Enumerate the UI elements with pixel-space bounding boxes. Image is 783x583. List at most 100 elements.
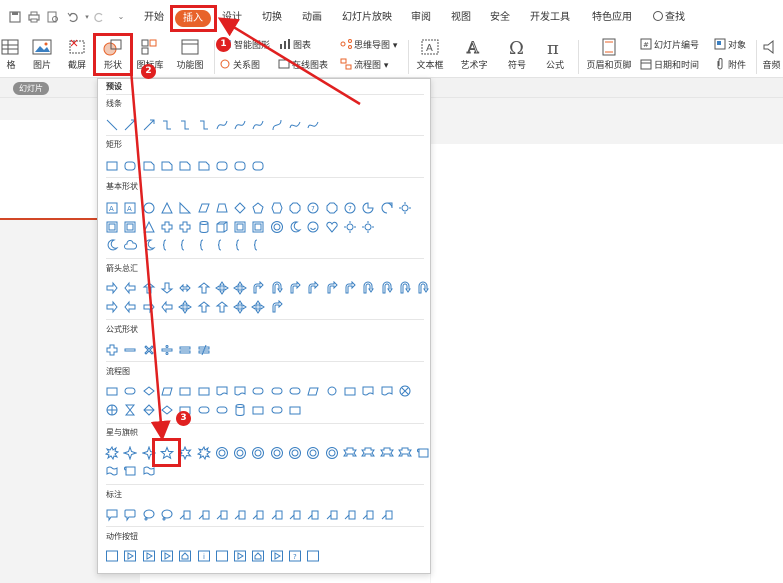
- process-shape-icon[interactable]: [105, 384, 119, 398]
- terminator-shape-icon[interactable]: [215, 403, 229, 417]
- tab-security[interactable]: 安全: [490, 0, 510, 34]
- oct-shape-icon[interactable]: [325, 201, 339, 215]
- actinfo-shape-icon[interactable]: i: [197, 549, 211, 563]
- free-shape-icon[interactable]: [306, 118, 320, 132]
- brace-shape-icon[interactable]: [178, 238, 192, 252]
- quad-shape-icon[interactable]: [233, 281, 247, 295]
- plus-shape-icon[interactable]: [178, 220, 192, 234]
- terminator-shape-icon[interactable]: [270, 403, 284, 417]
- pie-shape-icon[interactable]: [361, 201, 375, 215]
- rarrow-shape-icon[interactable]: [142, 300, 156, 314]
- circle7-shape-icon[interactable]: 7: [343, 201, 357, 215]
- lrarrow-shape-icon[interactable]: [178, 281, 192, 295]
- callline-shape-icon[interactable]: [288, 508, 302, 522]
- mindmap-button[interactable]: 思维导图 ▾: [340, 38, 397, 54]
- uarrow-shape-icon[interactable]: [215, 300, 229, 314]
- callcloud-shape-icon[interactable]: [160, 508, 174, 522]
- ribbon-shape-icon[interactable]: [342, 446, 357, 460]
- seal-shape-icon[interactable]: [233, 446, 247, 460]
- heart-shape-icon[interactable]: [325, 220, 339, 234]
- datetime-button[interactable]: 日期和时间: [640, 58, 699, 74]
- plus-shape-icon[interactable]: [105, 343, 119, 357]
- terminator-shape-icon[interactable]: [288, 384, 302, 398]
- ribbon-shape-icon[interactable]: [379, 446, 394, 460]
- callline-shape-icon[interactable]: [197, 508, 211, 522]
- tri-shape-icon[interactable]: [160, 201, 174, 215]
- brace-shape-icon[interactable]: [251, 238, 265, 252]
- textbox-shape-icon[interactable]: A: [123, 201, 137, 215]
- audio-button[interactable]: 音频: [760, 34, 783, 78]
- burst-shape-icon[interactable]: [105, 446, 119, 460]
- terminator-shape-icon[interactable]: [270, 384, 284, 398]
- quad-shape-icon[interactable]: [214, 281, 229, 295]
- relation-button[interactable]: 关系图: [219, 58, 260, 74]
- snip-shape-icon[interactable]: [178, 159, 192, 173]
- orjunction-shape-icon[interactable]: [105, 403, 119, 417]
- curve-shape-icon[interactable]: [233, 118, 247, 132]
- brace-shape-icon[interactable]: [197, 238, 211, 252]
- tab-home[interactable]: 开始: [144, 0, 164, 34]
- frame-shape-icon[interactable]: [105, 220, 119, 234]
- function-chart-button[interactable]: 功能图: [170, 34, 210, 78]
- actplay-shape-icon[interactable]: [270, 549, 284, 563]
- oct-shape-icon[interactable]: [288, 201, 302, 215]
- terminator-shape-icon[interactable]: [123, 384, 137, 398]
- formula-button[interactable]: π 公式: [538, 34, 572, 78]
- symbol-button[interactable]: Ω 符号: [500, 34, 534, 78]
- uturn-shape-icon[interactable]: [361, 281, 375, 295]
- sort-shape-icon[interactable]: [142, 403, 156, 417]
- scroll-shape-icon[interactable]: [416, 446, 430, 460]
- screenshot-button[interactable]: 截屏: [62, 34, 92, 78]
- callline-shape-icon[interactable]: [233, 508, 247, 522]
- attachment-button[interactable]: 附件: [714, 58, 746, 74]
- trap-shape-icon[interactable]: [215, 201, 229, 215]
- tab-animation[interactable]: 动画: [302, 0, 322, 34]
- document-shape-icon[interactable]: [215, 384, 229, 398]
- tab-transition[interactable]: 切换: [262, 0, 282, 34]
- uturn-shape-icon[interactable]: [416, 281, 430, 295]
- uarrow-shape-icon[interactable]: [197, 281, 211, 295]
- acthome-shape-icon[interactable]: [251, 549, 265, 563]
- actbtn-shape-icon[interactable]: [105, 549, 119, 563]
- textbox-button[interactable]: A 文本框: [412, 34, 448, 78]
- hourglass-shape-icon[interactable]: [123, 403, 137, 417]
- quad-shape-icon[interactable]: [178, 300, 193, 314]
- customize-quickaccess-icon[interactable]: ⌄: [114, 10, 128, 24]
- tri-shape-icon[interactable]: [142, 220, 156, 234]
- document-shape-icon[interactable]: [380, 384, 394, 398]
- slide-canvas[interactable]: [431, 144, 783, 583]
- callline-shape-icon[interactable]: [178, 508, 192, 522]
- decision-shape-icon[interactable]: [142, 384, 156, 398]
- hex-shape-icon[interactable]: [270, 201, 284, 215]
- undo-icon[interactable]: [66, 10, 80, 24]
- redo-icon[interactable]: [92, 10, 106, 24]
- ellipse-shape-icon[interactable]: [142, 201, 156, 215]
- document-shape-icon[interactable]: [361, 384, 375, 398]
- decision-shape-icon[interactable]: [160, 403, 174, 417]
- slide-thumbnail[interactable]: [0, 120, 97, 220]
- bent-shape-icon[interactable]: [251, 281, 265, 295]
- tab-design[interactable]: 设计: [222, 0, 242, 34]
- process-shape-icon[interactable]: [288, 403, 302, 417]
- bent-shape-icon[interactable]: [306, 281, 320, 295]
- sun-shape-icon[interactable]: [361, 220, 375, 234]
- seal-shape-icon[interactable]: [270, 220, 284, 234]
- uarrow-shape-icon[interactable]: [142, 281, 156, 295]
- elbow-shape-icon[interactable]: [178, 118, 192, 132]
- tab-developer[interactable]: 开发工具: [530, 0, 570, 34]
- notequal-shape-icon[interactable]: [197, 343, 211, 357]
- tab-review[interactable]: 审阅: [411, 0, 431, 34]
- scroll-shape-icon[interactable]: [123, 464, 137, 478]
- data-shape-icon[interactable]: [160, 384, 174, 398]
- uarrow-shape-icon[interactable]: [197, 300, 211, 314]
- rrect-shape-icon[interactable]: [215, 159, 229, 173]
- search-button[interactable]: 查找: [653, 0, 685, 34]
- rtri-shape-icon[interactable]: [178, 201, 192, 215]
- brace-shape-icon[interactable]: [160, 238, 174, 252]
- star4-shape-icon[interactable]: [123, 446, 138, 460]
- uturn-shape-icon[interactable]: [270, 281, 284, 295]
- data-shape-icon[interactable]: [306, 384, 320, 398]
- snip-shape-icon[interactable]: [142, 159, 156, 173]
- ribbon-shape-icon[interactable]: [361, 446, 376, 460]
- quad-shape-icon[interactable]: [251, 300, 266, 314]
